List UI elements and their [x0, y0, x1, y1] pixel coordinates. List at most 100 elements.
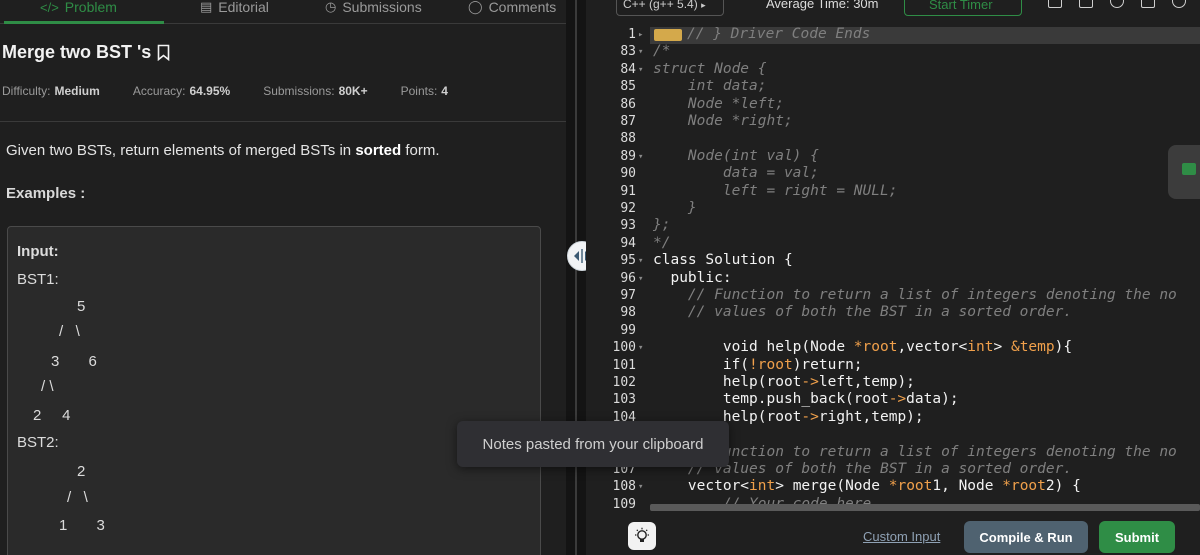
- problem-title: Merge two BST 's: [2, 42, 170, 63]
- code-line: data = val;: [653, 165, 819, 182]
- tab-submissions[interactable]: ◷ Submissions: [325, 0, 422, 22]
- tab-label: Editorial: [218, 0, 269, 15]
- lightbulb-icon: [635, 527, 649, 542]
- code-line: /*: [653, 43, 671, 60]
- problem-tabs: </> Problem ▤ Editorial ◷ Submissions ◯ …: [0, 0, 566, 24]
- points-value: 4: [441, 84, 448, 98]
- tree-line: / \: [59, 323, 80, 340]
- submissions-info: Submissions: 80K+: [263, 84, 367, 98]
- toolbar-icons: [1048, 0, 1186, 8]
- chat-icon: [1182, 163, 1196, 175]
- custom-input-link[interactable]: Custom Input: [863, 529, 940, 544]
- code-line: void help(Node *root,vector<int> &temp){: [653, 339, 1073, 356]
- fullscreen-icon[interactable]: [1141, 0, 1155, 8]
- accuracy-value: 64.95%: [189, 84, 231, 98]
- fold-arrow-icon[interactable]: ▸: [638, 30, 643, 40]
- difficulty-value: Medium: [54, 84, 100, 98]
- tree-line: 2 4: [33, 407, 71, 424]
- line-number: 103: [612, 392, 636, 408]
- tab-label: Submissions: [342, 0, 422, 15]
- divider: [0, 121, 566, 122]
- fold-arrow-icon[interactable]: ▾: [638, 343, 643, 353]
- line-number: 100: [612, 340, 636, 356]
- code-line: if(!root)return;: [653, 356, 863, 373]
- clock-icon: ◷: [325, 0, 337, 14]
- fold-arrow-icon[interactable]: ▾: [638, 256, 643, 266]
- line-number: 92: [620, 201, 636, 216]
- language-select[interactable]: C++ (g++ 5.4) ▸: [616, 0, 724, 16]
- problem-panel: </> Problem ▤ Editorial ◷ Submissions ◯ …: [0, 0, 566, 555]
- tree-line: 5: [77, 298, 86, 315]
- comment-icon: ◯: [468, 0, 483, 14]
- line-number: 96: [620, 270, 636, 286]
- timer-label: Start Timer: [929, 0, 993, 12]
- code-line: help(root->left,temp);: [653, 374, 915, 390]
- fold-arrow-icon[interactable]: ▾: [638, 152, 643, 162]
- clipboard-toast: Notes pasted from your clipboard: [457, 421, 729, 467]
- language-value: C++ (g++ 5.4): [623, 0, 698, 11]
- document-icon: ▤: [200, 0, 213, 14]
- compile-run-button[interactable]: Compile & Run: [964, 521, 1088, 553]
- fold-arrow-icon[interactable]: ▾: [638, 274, 643, 284]
- code-line: Node(int val) {: [653, 147, 819, 164]
- average-time: Average Time: 30m: [766, 0, 879, 11]
- code-line: };: [653, 217, 671, 234]
- fold-arrow-icon[interactable]: ▾: [638, 47, 643, 57]
- difficulty-label: Difficulty:: [2, 84, 51, 98]
- tab-editorial[interactable]: ▤ Editorial: [200, 0, 269, 22]
- tree-line: / \: [67, 489, 88, 506]
- line-number: 91: [620, 183, 636, 199]
- code-line: vector<int> merge(Node *root1, Node *roo…: [653, 478, 1081, 495]
- desc-text: Given two BSTs, return elements of merge…: [6, 142, 356, 159]
- bst2-label: BST2:: [17, 434, 59, 451]
- reset-icon[interactable]: [1079, 0, 1093, 8]
- fold-arrow-icon[interactable]: ▾: [638, 482, 643, 492]
- points-info: Points: 4: [401, 84, 448, 98]
- tree-line: / \: [41, 378, 54, 395]
- line-number: 98: [620, 305, 636, 321]
- line-number: 85: [620, 79, 636, 95]
- line-number: 89: [620, 148, 636, 164]
- code-line: // values of both the BST in a sorted or…: [653, 304, 1073, 321]
- code-line: // Function to return a list of integers…: [653, 443, 1177, 460]
- tab-comments[interactable]: ◯ Comments: [468, 0, 556, 22]
- tree-line: 1 3: [59, 517, 105, 534]
- line-number: 84: [620, 61, 636, 77]
- example-box: Input: BST1: 5 / \ 3 6 / \ 2 4 BST2: 2 /…: [7, 226, 541, 555]
- examples-heading: Examples :: [6, 185, 86, 202]
- bst1-label: BST1:: [17, 271, 59, 288]
- line-number: 101: [612, 357, 636, 373]
- panel-splitter[interactable]: [566, 0, 586, 555]
- hint-button[interactable]: [628, 522, 656, 550]
- line-number: 94: [620, 235, 636, 251]
- accuracy-info: Accuracy: 64.95%: [133, 84, 230, 98]
- line-number: 109: [612, 496, 636, 512]
- fold-arrow-icon[interactable]: ▾: [638, 65, 643, 75]
- line-number: 88: [620, 131, 636, 147]
- theme-icon[interactable]: [1172, 0, 1186, 8]
- line-number: 1: [628, 27, 636, 42]
- line-number: 90: [620, 166, 636, 182]
- copy-icon[interactable]: [1048, 0, 1062, 8]
- code-line: */: [653, 234, 671, 251]
- tab-problem[interactable]: </> Problem: [40, 0, 117, 22]
- problem-meta: Difficulty: Medium Accuracy: 64.95% Submis…: [2, 84, 481, 98]
- tab-label: Problem: [64, 0, 117, 15]
- accuracy-label: Accuracy:: [132, 84, 186, 98]
- code-line: Node *right;: [653, 113, 793, 129]
- folded-code-marker[interactable]: [654, 29, 682, 41]
- start-timer-button[interactable]: Start Timer: [904, 0, 1022, 16]
- line-number: 93: [620, 218, 636, 234]
- bookmark-icon[interactable]: [157, 44, 170, 61]
- active-tab-indicator: [4, 21, 164, 24]
- settings-icon[interactable]: [1110, 0, 1124, 8]
- input-label: Input:: [17, 243, 59, 260]
- line-number: 86: [620, 96, 636, 112]
- horizontal-scrollbar[interactable]: [650, 504, 1200, 511]
- tree-line: 2: [77, 463, 86, 480]
- submit-button[interactable]: Submit: [1099, 521, 1175, 553]
- code-line: }: [653, 200, 697, 216]
- editor-bottom-bar: Custom Input Compile & Run Submit: [586, 514, 1200, 555]
- side-panel-toggle[interactable]: [1168, 145, 1200, 199]
- line-number: 108: [612, 479, 636, 495]
